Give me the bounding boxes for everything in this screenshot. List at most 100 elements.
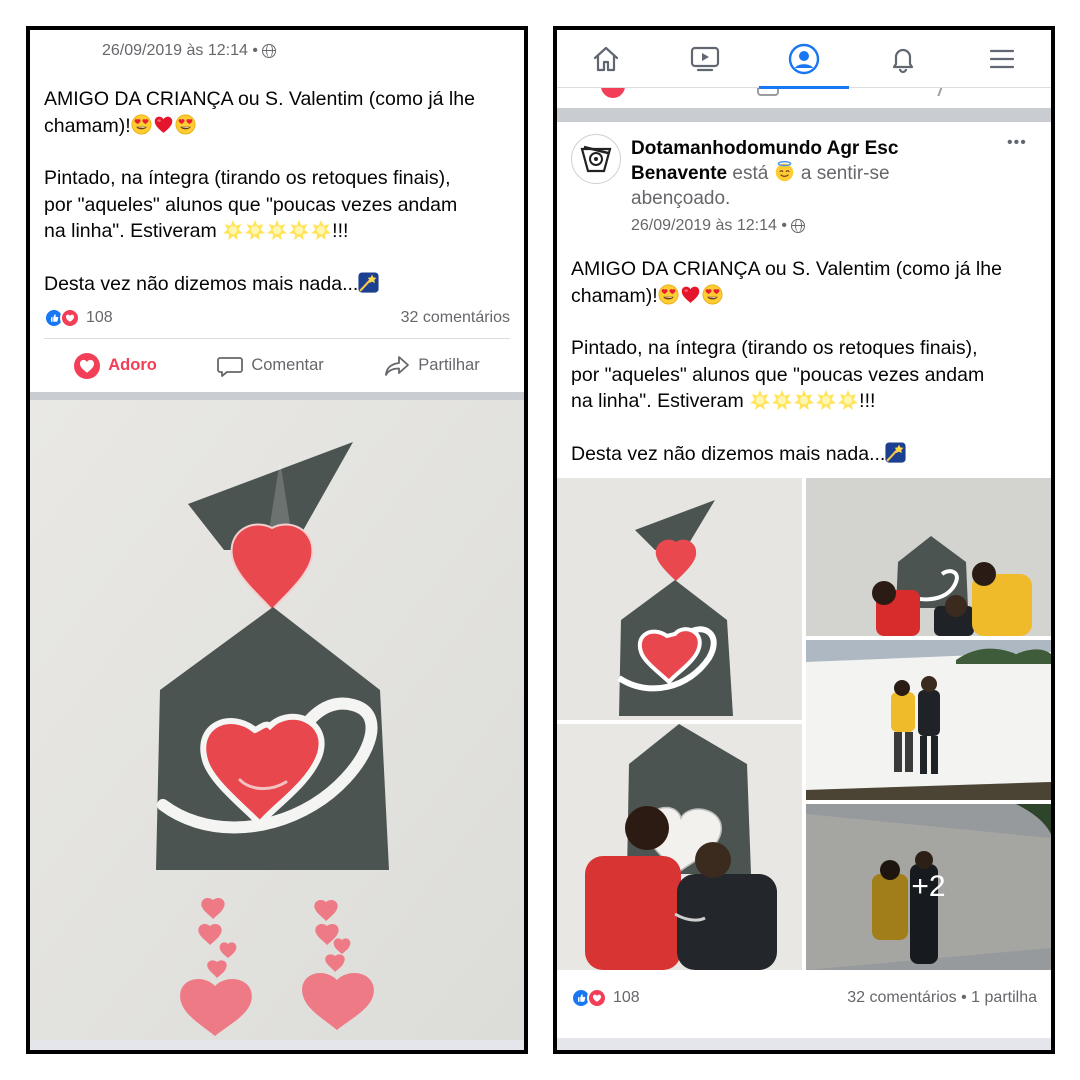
- feeling-text: abençoado.: [631, 188, 731, 209]
- students-painting-closeup-photo: [557, 724, 802, 970]
- grid-photo-5[interactable]: +2: [806, 804, 1051, 970]
- post-text: AMIGO DA CRIANÇA ou S. Valentim (como já…: [571, 256, 1041, 467]
- globe-icon: [790, 219, 805, 233]
- more-photos-overlay[interactable]: +2: [806, 804, 1051, 970]
- post-text-line: na linha". Estiveram: [571, 390, 744, 412]
- menu-icon: [989, 49, 1014, 68]
- divider: [557, 1038, 1051, 1050]
- students-at-wall-photo: [806, 640, 1051, 800]
- shooting-star-emoji: [358, 272, 379, 293]
- action-bar: Adoro Comentar Partilhar: [44, 338, 510, 392]
- divider: [30, 1040, 524, 1050]
- page-name[interactable]: Dotamanhodomundo Agr Esc: [631, 136, 1011, 161]
- reaction-summary[interactable]: 108: [44, 308, 113, 328]
- smiling-halo-emoji: [774, 161, 795, 182]
- post-text: AMIGO DA CRIANÇA ou S. Valentim (como já…: [44, 86, 514, 297]
- love-button[interactable]: Adoro: [74, 352, 157, 379]
- post-text-line: por "aqueles" alunos que "poucas vezes a…: [44, 193, 458, 216]
- post-text-line: Pintado, na íntegra (tirando os retoques…: [44, 167, 451, 189]
- nav-profile[interactable]: [758, 32, 849, 89]
- glowing-star-emoji: [749, 389, 771, 411]
- watch-icon: [691, 46, 720, 71]
- post-text-line: na linha". Estiveram: [44, 220, 217, 242]
- glowing-star-emoji: [837, 389, 859, 411]
- glowing-star-emoji: [310, 219, 332, 241]
- glowing-star-emoji: [288, 219, 310, 241]
- nav-watch[interactable]: [675, 32, 735, 86]
- post-text-line: AMIGO DA CRIANÇA ou S. Valentim (como já…: [44, 88, 475, 110]
- glowing-star-emoji: [771, 389, 793, 411]
- top-navigation-bar: [557, 30, 1051, 89]
- grid-photo-1[interactable]: [557, 478, 802, 720]
- love-button-label: Adoro: [108, 356, 157, 374]
- feeling-prefix: está: [732, 163, 769, 184]
- divider: [557, 108, 1051, 122]
- glowing-star-emoji: [244, 219, 266, 241]
- love-icon: [60, 308, 80, 328]
- reaction-icons: [44, 308, 80, 328]
- reaction-count[interactable]: 108: [86, 309, 113, 327]
- post-text-line: AMIGO DA CRIANÇA ou S. Valentim (como já…: [571, 258, 1002, 280]
- reaction-count[interactable]: 108: [613, 989, 640, 1007]
- timestamp-text[interactable]: 26/09/2019 às 12:14 •: [102, 42, 258, 60]
- heart-eyes-emoji: [131, 114, 152, 135]
- page-name-line[interactable]: Dotamanhodomundo Agr Esc: [631, 138, 898, 159]
- nav-menu[interactable]: [972, 32, 1032, 86]
- post-text-line: Pintado, na íntegra (tirando os retoques…: [571, 337, 978, 359]
- red-heart-emoji: [680, 284, 701, 305]
- nav-home[interactable]: [576, 32, 636, 86]
- reaction-summary[interactable]: 108: [571, 988, 640, 1008]
- grid-photo-4[interactable]: [557, 724, 802, 970]
- share-icon: [385, 355, 410, 376]
- students-painting-photo: [806, 478, 1051, 636]
- divider: [30, 392, 524, 400]
- page-name-line[interactable]: Benavente: [631, 163, 727, 184]
- post-text-line: Desta vez não dizemos mais nada...: [44, 272, 359, 295]
- post-text-end: !!!: [332, 220, 349, 242]
- nav-notifications[interactable]: [873, 32, 933, 86]
- shooting-star-emoji: [885, 442, 906, 463]
- page-logo-icon: [580, 145, 612, 173]
- right-screenshot-panel: Dotamanhodomundo Agr Esc Benavente está …: [553, 26, 1055, 1054]
- more-options-icon: •••: [1007, 134, 1027, 151]
- share-count[interactable]: • 1 partilha: [961, 989, 1037, 1006]
- comment-button-label: Comentar: [251, 356, 324, 374]
- comment-button[interactable]: Comentar: [217, 354, 324, 378]
- love-reaction-icon: [601, 88, 625, 98]
- share-button-label: Partilhar: [418, 356, 480, 374]
- glowing-star-emoji: [222, 219, 244, 241]
- timestamp-text[interactable]: 26/09/2019 às 12:14 •: [631, 217, 787, 235]
- engagement-summary: 108 32 comentários: [44, 308, 510, 328]
- post-text-line: Desta vez não dizemos mais nada...: [571, 442, 886, 465]
- heart-eyes-emoji: [175, 114, 196, 135]
- page-avatar[interactable]: [571, 134, 621, 184]
- more-options-button[interactable]: •••: [1007, 134, 1027, 152]
- post-text-line: chamam)!: [571, 284, 658, 307]
- heart-eyes-emoji: [702, 284, 723, 305]
- comment-count[interactable]: 32 comentários: [401, 309, 510, 327]
- previous-post-actions: [557, 88, 1051, 108]
- post-timestamp[interactable]: 26/09/2019 às 12:14 •: [631, 217, 805, 235]
- feeling-text: a sentir-se: [800, 163, 890, 184]
- red-heart-emoji: [153, 114, 174, 135]
- post-photo-main[interactable]: [30, 400, 524, 1040]
- share-button[interactable]: Partilhar: [384, 354, 480, 378]
- love-reaction-icon: [74, 352, 101, 379]
- globe-icon: [261, 44, 276, 58]
- grid-photo-2[interactable]: [806, 478, 1051, 636]
- comment-icon: [217, 356, 244, 377]
- love-icon: [587, 988, 607, 1008]
- post-text-line: por "aqueles" alunos que "poucas vezes a…: [571, 363, 985, 386]
- comment-count[interactable]: 32 comentários: [847, 989, 956, 1006]
- post-timestamp[interactable]: 26/09/2019 às 12:14 •: [102, 42, 276, 60]
- mural-painting-image: [557, 478, 802, 720]
- share-icon: [917, 88, 947, 96]
- notifications-icon: [892, 48, 913, 73]
- home-icon: [594, 46, 619, 71]
- comment-icon: [757, 88, 779, 96]
- grid-photo-3[interactable]: [806, 640, 1051, 800]
- post-text-end: !!!: [859, 390, 876, 412]
- reaction-icons: [571, 988, 607, 1008]
- glowing-star-emoji: [815, 389, 837, 411]
- glowing-star-emoji: [266, 219, 288, 241]
